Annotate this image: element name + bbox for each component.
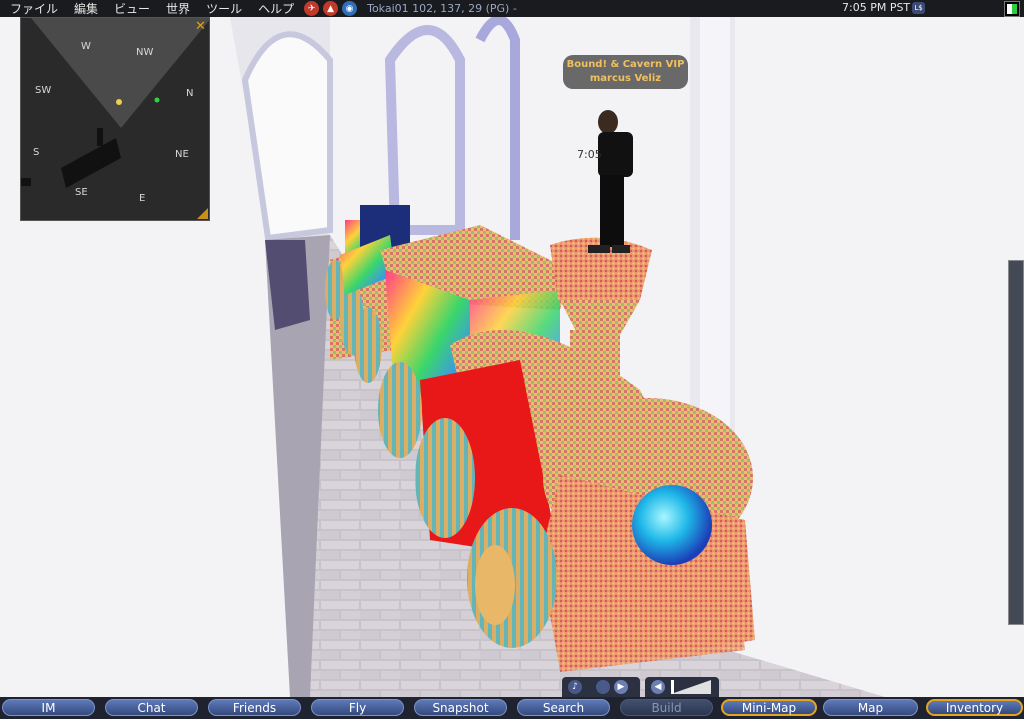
search-button[interactable]: Search	[517, 699, 610, 716]
inventory-button[interactable]: Inventory	[926, 699, 1023, 716]
minimap-terrain	[21, 18, 209, 188]
compass-n: N	[186, 88, 194, 99]
compass-se: SE	[75, 187, 88, 198]
volume-slider[interactable]	[671, 680, 713, 694]
im-button[interactable]: IM	[2, 699, 95, 716]
no-build-icon[interactable]: ▲	[323, 1, 339, 16]
compass-ne: NE	[175, 149, 189, 160]
bottom-toolbar: IM Chat Friends Fly Snapshot Search Buil…	[0, 697, 1024, 719]
music-icon[interactable]: ♪	[568, 680, 582, 694]
stop-icon[interactable]	[596, 680, 610, 694]
compass-nw: NW	[136, 47, 154, 58]
media-controls: ♪ ▶	[562, 677, 640, 697]
voice-icon[interactable]: ◉	[342, 1, 358, 16]
hover-time-text: 7:05	[577, 148, 602, 161]
compass-w: W	[81, 41, 91, 52]
minimap-self-dot	[116, 99, 122, 105]
minimap-avatar-dot	[154, 97, 160, 103]
friends-button[interactable]: Friends	[208, 699, 301, 716]
minimap-button[interactable]: Mini-Map	[721, 699, 817, 716]
fly-button[interactable]: Fly	[311, 699, 404, 716]
snapshot-button[interactable]: Snapshot	[414, 699, 507, 716]
no-fly-icon[interactable]: ✈	[304, 1, 320, 16]
menu-edit[interactable]: 編集	[74, 0, 98, 17]
minimap[interactable]: W NW SW N S NE SE E ✕	[20, 17, 210, 221]
minimap-close-icon[interactable]: ✕	[195, 19, 206, 34]
volume-icon[interactable]: ◀	[651, 680, 665, 694]
clock-text: 7:05 PM PST	[842, 1, 911, 14]
menu-help[interactable]: ヘルプ	[258, 0, 294, 17]
currency-icon[interactable]: L$	[912, 2, 925, 14]
compass-s: S	[33, 147, 40, 158]
menu-file[interactable]: ファイル	[10, 0, 58, 17]
menu-tools[interactable]: ツール	[206, 0, 242, 17]
compass-sw: SW	[35, 85, 52, 96]
menu-view[interactable]: ビュー	[114, 0, 150, 17]
chat-button[interactable]: Chat	[105, 699, 198, 716]
name-tag-group: Bound! & Cavern VIP	[566, 59, 685, 70]
side-floater-panel[interactable]	[1008, 260, 1024, 625]
minimap-resize-handle[interactable]	[197, 208, 208, 219]
location-text[interactable]: Tokai01 102, 137, 29 (PG) -	[367, 2, 517, 15]
bandwidth-meter[interactable]	[1004, 1, 1020, 17]
name-tag-name: marcus Veliz	[589, 73, 662, 84]
compass-e: E	[139, 193, 146, 204]
avatar-name-tag[interactable]: Bound! & Cavern VIP marcus Veliz	[563, 55, 688, 89]
menu-world[interactable]: 世界	[166, 0, 190, 17]
play-icon[interactable]: ▶	[614, 680, 628, 694]
volume-controls: ◀	[645, 677, 719, 697]
build-button[interactable]: Build	[620, 699, 713, 716]
map-button[interactable]: Map	[823, 699, 918, 716]
